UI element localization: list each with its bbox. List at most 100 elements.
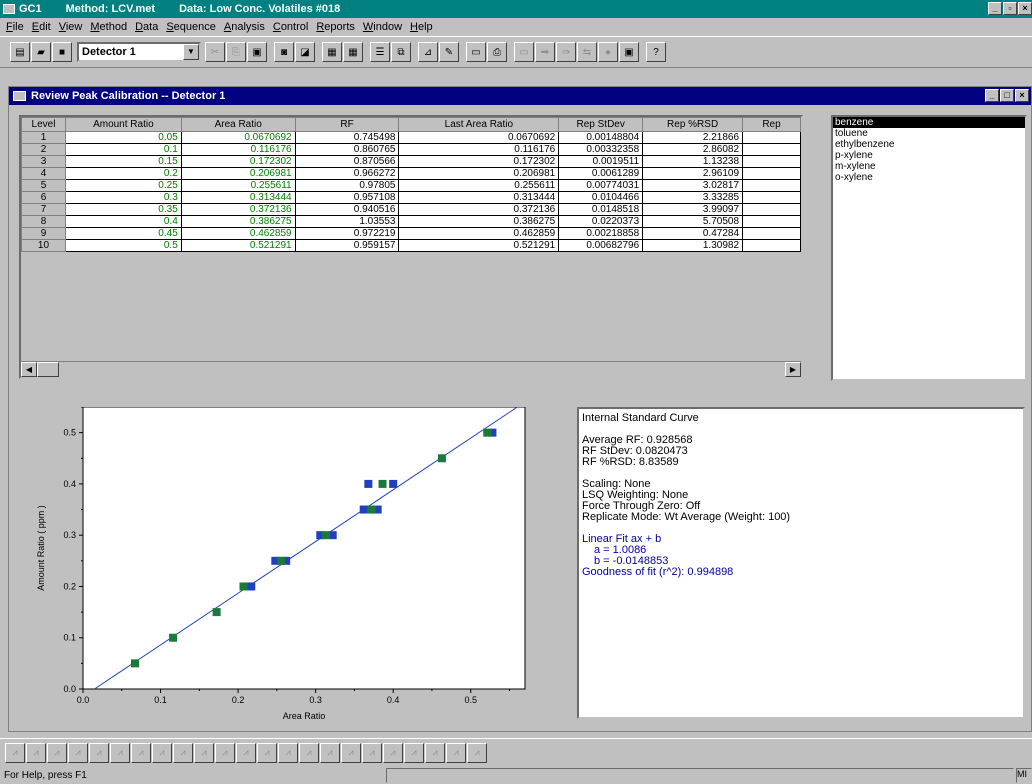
- negative-icon[interactable]: ⩘: [362, 742, 382, 763]
- table-cell[interactable]: 0.116176: [398, 143, 560, 156]
- col-rf[interactable]: RF: [294, 117, 400, 132]
- print-icon[interactable]: ⎙: [487, 42, 507, 62]
- table-row[interactable]: 5 0.25 0.255611 0.97805 0.255611 0.00774031 3.…: [21, 179, 801, 192]
- table-cell[interactable]: 0.966272: [294, 167, 400, 180]
- table-cell[interactable]: 0.972219: [294, 227, 400, 240]
- table-cell[interactable]: 0.521291: [398, 239, 560, 252]
- table-cell[interactable]: [742, 143, 801, 156]
- compound-item[interactable]: ethylbenzene: [833, 139, 1025, 150]
- menu-window[interactable]: Window: [363, 21, 402, 33]
- table-cell[interactable]: 1.13238: [642, 155, 744, 168]
- table-cell[interactable]: [742, 191, 801, 204]
- table-cell[interactable]: 0.870566: [294, 155, 400, 168]
- rename-icon[interactable]: ⩘: [446, 742, 466, 763]
- table-alt-icon[interactable]: ▦: [343, 42, 363, 62]
- list-icon[interactable]: ☰: [370, 42, 390, 62]
- table-cell[interactable]: 0.0670692: [180, 131, 296, 144]
- app-system-icon[interactable]: [3, 4, 15, 14]
- table-row[interactable]: 3 0.15 0.172302 0.870566 0.172302 0.0019511 1.…: [21, 155, 801, 168]
- compound-item[interactable]: o-xylene: [833, 172, 1025, 183]
- table-cell[interactable]: 0.462859: [180, 227, 296, 240]
- table-cell[interactable]: 2.96109: [642, 167, 744, 180]
- peak-start-icon[interactable]: ⩘: [5, 742, 25, 763]
- copy-table-icon[interactable]: ⧉: [391, 42, 411, 62]
- menu-data[interactable]: Data: [135, 21, 158, 33]
- detector-select[interactable]: Detector 1 ▼: [77, 42, 201, 62]
- scroll-right-icon[interactable]: ▶: [785, 362, 801, 377]
- run-arrow-icon[interactable]: ➡: [535, 42, 555, 62]
- table-cell[interactable]: [742, 167, 801, 180]
- area-icon[interactable]: ⩘: [236, 742, 256, 763]
- table-icon[interactable]: ▦: [322, 42, 342, 62]
- menu-edit[interactable]: Edit: [32, 21, 51, 33]
- table-cell[interactable]: 0.386275: [180, 215, 296, 228]
- table-cell[interactable]: 0.5: [64, 239, 182, 252]
- valley-icon[interactable]: ⩘: [68, 742, 88, 763]
- compound-item[interactable]: p-xylene: [833, 150, 1025, 161]
- table-cell[interactable]: 0.45: [64, 227, 182, 240]
- chevron-down-icon[interactable]: ▼: [183, 44, 199, 60]
- table-cell[interactable]: 0.0148518: [558, 203, 644, 216]
- table-row[interactable]: 1 0.05 0.0670692 0.745498 0.0670692 0.0014880…: [21, 131, 801, 144]
- table-cell[interactable]: [742, 239, 801, 252]
- table-cell[interactable]: 0.05: [64, 131, 182, 144]
- table-cell[interactable]: 0.959157: [294, 239, 400, 252]
- save-disk-icon[interactable]: ■: [52, 42, 72, 62]
- label-icon[interactable]: ⩘: [467, 742, 487, 763]
- table-cell[interactable]: 0.3: [64, 191, 182, 204]
- calibration-chart-icon[interactable]: ⊿: [418, 42, 438, 62]
- drop-icon[interactable]: ⩘: [89, 742, 109, 763]
- table-row[interactable]: 10 0.5 0.521291 0.959157 0.521291 0.00682796 1…: [21, 239, 801, 252]
- table-cell[interactable]: 0.0019511: [558, 155, 644, 168]
- merge-icon[interactable]: ⩘: [173, 742, 193, 763]
- table-row[interactable]: 7 0.35 0.372136 0.940516 0.372136 0.0148518 3.…: [21, 203, 801, 216]
- col-rep-rsd[interactable]: Rep %RSD: [642, 117, 744, 132]
- child-maximize-button[interactable]: □: [1000, 89, 1014, 102]
- table-cell[interactable]: 0.00332358: [558, 143, 644, 156]
- table-cell[interactable]: 0.00218858: [558, 227, 644, 240]
- table-cell[interactable]: 0.372136: [180, 203, 296, 216]
- cut-icon[interactable]: ✂: [205, 42, 225, 62]
- table-cell[interactable]: 0.940516: [294, 203, 400, 216]
- integrate-icon[interactable]: ⩘: [278, 742, 298, 763]
- force-peak-icon[interactable]: ⩘: [194, 742, 214, 763]
- minimize-button[interactable]: _: [988, 2, 1002, 15]
- view-data-icon[interactable]: ◙: [274, 42, 294, 62]
- table-cell[interactable]: 1.30982: [642, 239, 744, 252]
- table-cell[interactable]: 0.372136: [398, 203, 560, 216]
- menu-method[interactable]: Method: [90, 21, 127, 33]
- table-cell[interactable]: 0.521291: [180, 239, 296, 252]
- run-all-arrow-icon[interactable]: ⇛: [556, 42, 576, 62]
- table-cell[interactable]: 0.745498: [294, 131, 400, 144]
- menu-view[interactable]: View: [59, 21, 83, 33]
- table-cell[interactable]: 0.172302: [398, 155, 560, 168]
- baseline-icon[interactable]: ⩘: [47, 742, 67, 763]
- col-rep-stdev[interactable]: Rep StDev: [558, 117, 644, 132]
- table-cell[interactable]: 0.0061289: [558, 167, 644, 180]
- level-cell[interactable]: 5: [21, 179, 66, 192]
- col-level[interactable]: Level: [21, 117, 66, 132]
- close-button[interactable]: ×: [1018, 2, 1032, 15]
- table-cell[interactable]: 0.35: [64, 203, 182, 216]
- table-cell[interactable]: 0.0670692: [398, 131, 560, 144]
- table-cell[interactable]: 0.15: [64, 155, 182, 168]
- peak-end-icon[interactable]: ⩘: [26, 742, 46, 763]
- scroll-thumb[interactable]: [37, 362, 59, 377]
- compound-item[interactable]: toluene: [833, 128, 1025, 139]
- table-cell[interactable]: 0.172302: [180, 155, 296, 168]
- threshold-icon[interactable]: ⩘: [299, 742, 319, 763]
- horizontal-scrollbar[interactable]: ◀ ▶: [21, 361, 801, 377]
- level-cell[interactable]: 6: [21, 191, 66, 204]
- level-cell[interactable]: 2: [21, 143, 66, 156]
- table-cell[interactable]: 5.70508: [642, 215, 744, 228]
- table-cell[interactable]: 2.86082: [642, 143, 744, 156]
- table-cell[interactable]: 0.206981: [398, 167, 560, 180]
- table-cell[interactable]: [742, 203, 801, 216]
- reject-icon[interactable]: ⩘: [215, 742, 235, 763]
- compound-item[interactable]: m-xylene: [833, 161, 1025, 172]
- view-chromatogram-icon[interactable]: ◪: [295, 42, 315, 62]
- table-row[interactable]: 2 0.1 0.116176 0.860765 0.116176 0.00332358 2.…: [21, 143, 801, 156]
- group-icon[interactable]: ⩘: [257, 742, 277, 763]
- child-minimize-button[interactable]: _: [985, 89, 999, 102]
- table-row[interactable]: 8 0.4 0.386275 1.03553 0.386275 0.0220373 5.70…: [21, 215, 801, 228]
